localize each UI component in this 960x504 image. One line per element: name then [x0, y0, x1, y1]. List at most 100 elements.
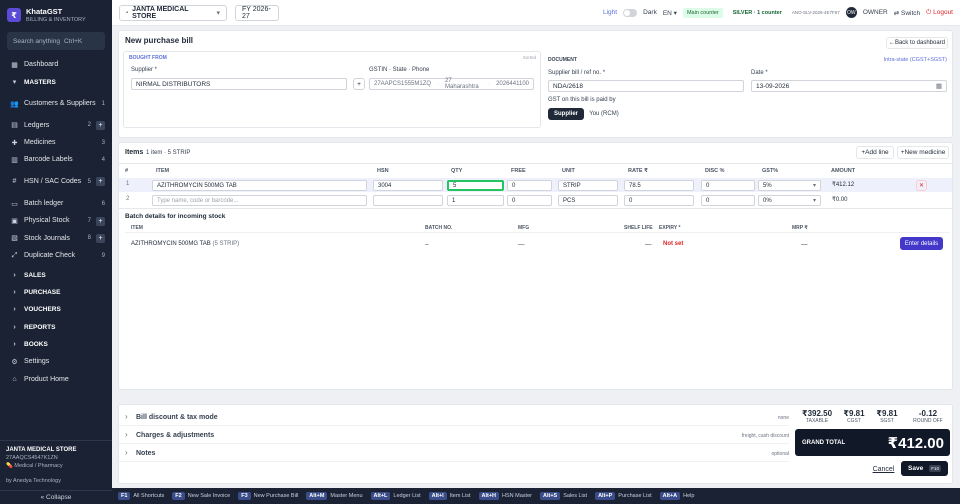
- new-medicine-button[interactable]: + New medicine: [897, 146, 949, 159]
- row-disc-field[interactable]: 0: [701, 180, 755, 191]
- chevron-down-icon: ▾: [812, 198, 816, 204]
- sidebar-item-customers-suppliers[interactable]: 👥 Customers & Suppliers 1: [0, 91, 112, 117]
- avatar[interactable]: OW: [845, 7, 857, 18]
- plus-icon[interactable]: +: [96, 233, 105, 243]
- collapse-button[interactable]: « Collapse: [0, 490, 112, 504]
- column-header: AMOUNT: [831, 168, 856, 174]
- sidebar-item-vouchers[interactable]: › VOUCHERS: [0, 301, 112, 318]
- sidebar-item-count: 1: [101, 100, 105, 107]
- divider: [125, 232, 950, 233]
- fy-selector[interactable]: FY 2026-27: [235, 4, 279, 21]
- theme-toggle[interactable]: [623, 8, 638, 17]
- shortcut-key[interactable]: F1: [118, 492, 131, 500]
- chevron-right-icon: ›: [125, 412, 128, 421]
- sgst-total: ₹9.81 SGST: [876, 409, 898, 424]
- summary-row[interactable]: › Charges & adjustments freight, cash disc…: [119, 428, 789, 444]
- sidebar-item-ledgers[interactable]: ▤ Ledgers 2 +: [0, 117, 112, 134]
- row-disc-field[interactable]: 0: [701, 195, 755, 206]
- enter-details-button[interactable]: Enter details: [900, 237, 943, 250]
- supplier-field[interactable]: NIRMAL DISTRIBUTORS: [131, 78, 347, 90]
- add-line-button[interactable]: + Add line: [856, 146, 894, 159]
- row-item-field[interactable]: AZITHROMYCIN 500MG TAB: [152, 180, 367, 191]
- logout-label: Logout: [933, 8, 953, 16]
- row-qty-field[interactable]: 5: [447, 180, 504, 191]
- tax-mode-link[interactable]: Intra-state (CGST+SGST): [884, 57, 947, 63]
- batch-mrp[interactable]: —: [801, 241, 808, 248]
- sidebar-item-dashboard[interactable]: ▦ Dashboard: [0, 56, 112, 73]
- summary-row[interactable]: › Bill discount & tax mode none: [119, 410, 789, 426]
- sidebar-item-books[interactable]: › BOOKS: [0, 336, 112, 353]
- row-rate-field[interactable]: 78.5: [624, 180, 694, 191]
- paid-by-supplier-toggle[interactable]: Supplier: [548, 108, 584, 120]
- gst-paid-label: GST on this bill is paid by: [548, 97, 616, 103]
- box-icon: ▣: [11, 218, 18, 226]
- taxable-total: ₹392.50 TAXABLE: [802, 409, 833, 424]
- shortcut-key[interactable]: F2: [172, 492, 185, 500]
- logout-button[interactable]: ⏻ Logout: [926, 9, 953, 17]
- brand[interactable]: ₹ KhataGST BILLING & INVENTORY: [0, 0, 112, 27]
- switch-button[interactable]: ⇄ Switch: [894, 9, 920, 17]
- sidebar-item-label: Product Home: [24, 375, 69, 383]
- plus-icon[interactable]: +: [96, 120, 105, 130]
- date-label: Date *: [751, 70, 768, 76]
- sidebar-item-physical-stock[interactable]: ▣ Physical Stock 7 +: [0, 212, 112, 229]
- shortcut-key[interactable]: Alt+M: [306, 492, 328, 500]
- shortcut-key[interactable]: Alt+L: [370, 492, 391, 500]
- sidebar-item-count: 3: [101, 139, 105, 146]
- shortcut-key[interactable]: Alt+I: [428, 492, 447, 500]
- plus-icon[interactable]: +: [96, 216, 105, 226]
- back-button[interactable]: ← Back to dashboard: [886, 37, 948, 49]
- batch-expiry[interactable]: Not set: [663, 241, 683, 247]
- paid-by-rcm-toggle[interactable]: You (RCM): [586, 108, 622, 120]
- row-hsn-value: 3004: [378, 182, 392, 189]
- theme-light[interactable]: Light: [603, 9, 617, 16]
- shortcut-label: Ledger List: [393, 493, 421, 499]
- shortcut-key[interactable]: Alt+S: [539, 492, 561, 500]
- shortcut-key[interactable]: F3: [238, 492, 251, 500]
- sidebar-item-duplicate-check[interactable]: ⤢ Duplicate Check 9: [0, 247, 112, 264]
- shortcut-key[interactable]: Alt+P: [595, 492, 616, 500]
- add-supplier-button[interactable]: +: [353, 78, 365, 90]
- shortcut-key[interactable]: Alt+H: [478, 492, 500, 500]
- row-rate-field[interactable]: 0: [624, 195, 694, 206]
- sidebar-item-hsn-sac-codes[interactable]: # HSN / SAC Codes 5 +: [0, 169, 112, 195]
- shortcut-key[interactable]: Alt+A: [659, 492, 681, 500]
- sidebar-item-settings[interactable]: ⚙ Settings: [0, 353, 112, 370]
- row-unit-field[interactable]: STRIP: [558, 180, 618, 191]
- summary-row[interactable]: › Notes optional: [119, 446, 789, 462]
- row-hsn-field[interactable]: [373, 195, 443, 206]
- language-selector[interactable]: EN ▾: [663, 9, 677, 17]
- sidebar-item-barcode-labels[interactable]: ▥ Barcode Labels 4: [0, 152, 112, 169]
- batch-column-header: MRP ₹: [792, 225, 808, 231]
- column-header: DISC %: [705, 168, 725, 174]
- sidebar-item-masters[interactable]: ▾ MASTERS: [0, 73, 112, 90]
- row-qty-field[interactable]: 1: [447, 195, 504, 206]
- brand-subtitle: BILLING & INVENTORY: [26, 17, 86, 23]
- bill-no-field[interactable]: NDA/2618: [548, 80, 744, 92]
- batch-no[interactable]: –: [425, 241, 429, 248]
- sidebar-item-batch-ledger[interactable]: ▭ Batch ledger 6: [0, 195, 112, 212]
- save-button[interactable]: Save F10: [901, 461, 948, 476]
- delete-row-icon[interactable]: ✕: [916, 180, 927, 191]
- chevron-right-icon: ›: [125, 448, 128, 457]
- row-hsn-field[interactable]: 3004: [373, 180, 443, 191]
- firm-selector[interactable]: ▪ JANTA MEDICAL STORE ▾: [119, 4, 227, 21]
- plus-icon[interactable]: +: [96, 177, 105, 187]
- date-field[interactable]: 13-09-2026 ▦: [751, 80, 947, 92]
- batch-mfg[interactable]: —: [518, 241, 525, 248]
- cancel-button[interactable]: Cancel: [872, 462, 895, 476]
- sidebar-item-medicines[interactable]: ✚ Medicines 3: [0, 134, 112, 151]
- sidebar-item-product-home[interactable]: ⌂ Product Home: [0, 371, 112, 388]
- sidebar-item-reports[interactable]: › REPORTS: [0, 319, 112, 336]
- row-free-field[interactable]: 0: [507, 180, 552, 191]
- sidebar-item-sales[interactable]: › SALES: [0, 267, 112, 284]
- row-free-field[interactable]: 0: [507, 195, 552, 206]
- sidebar-search[interactable]: Search anything Ctrl+K: [7, 32, 105, 50]
- row-gst-field[interactable]: 5% ▾: [758, 180, 821, 191]
- row-unit-field[interactable]: PCS: [558, 195, 618, 206]
- row-gst-field[interactable]: 0% ▾: [758, 195, 821, 206]
- sidebar-item-stock-journals[interactable]: ▧ Stock Journals 8 +: [0, 230, 112, 247]
- sidebar-item-purchase[interactable]: › PURCHASE: [0, 284, 112, 301]
- theme-dark[interactable]: Dark: [643, 9, 657, 16]
- row-item-field[interactable]: Type name, code or barcode...: [152, 195, 367, 206]
